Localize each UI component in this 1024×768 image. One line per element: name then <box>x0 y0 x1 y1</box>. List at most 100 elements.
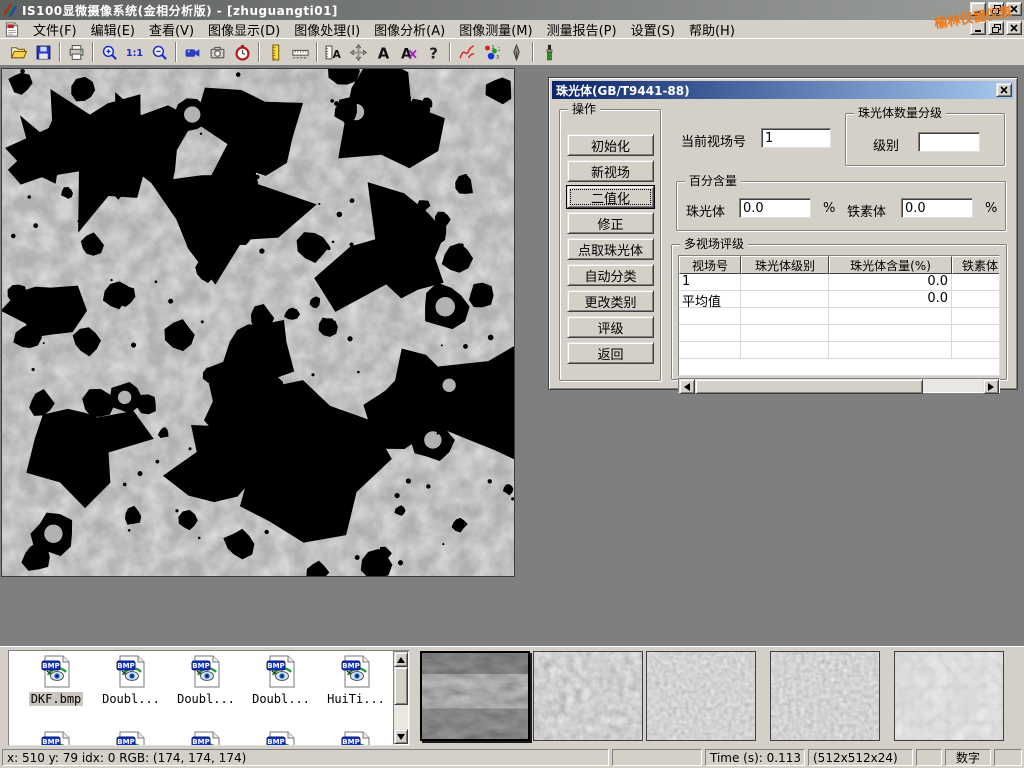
camera-button[interactable] <box>205 40 230 64</box>
file-scroll-up-button[interactable] <box>394 652 408 667</box>
menu-item-2[interactable]: 查看(V) <box>142 19 201 40</box>
print-button[interactable] <box>64 40 89 64</box>
file-item-1[interactable]: BMPDoubl... <box>96 655 166 706</box>
table-scroll-track[interactable] <box>923 379 983 392</box>
menu-item-1[interactable]: 编辑(E) <box>84 19 142 40</box>
menu-item-6[interactable]: 图像测量(M) <box>452 19 539 40</box>
file-scroll-down-button[interactable] <box>394 729 408 744</box>
open-folder-button[interactable] <box>6 40 31 64</box>
rate-button[interactable]: 评级 <box>567 316 654 338</box>
preview-thumbnail-3[interactable] <box>646 651 756 741</box>
preview-thumbnail-5[interactable] <box>894 651 1004 741</box>
ferrite-percent-input[interactable] <box>901 198 973 218</box>
file-list-scrollbar[interactable] <box>393 651 409 745</box>
file-name[interactable]: Doubl... <box>175 692 237 706</box>
child-close-button[interactable] <box>1006 21 1022 35</box>
title-bar: IS100显微摄像系统(金相分析版) - [zhuguangti01] <box>0 0 1024 20</box>
zoom-in-button[interactable] <box>97 40 122 64</box>
return-button[interactable]: 返回 <box>567 342 654 364</box>
minimize-button[interactable] <box>970 2 986 16</box>
text-label-button[interactable]: A <box>371 40 396 64</box>
preview-thumbnail-2[interactable] <box>533 651 643 741</box>
ruler-vertical-button[interactable] <box>263 40 288 64</box>
file-item-row2-4[interactable]: BMP <box>321 731 391 746</box>
file-item-2[interactable]: BMPDoubl... <box>171 655 241 706</box>
measure-text-button[interactable]: A <box>321 40 346 64</box>
restore-button[interactable] <box>988 2 1004 16</box>
zoom-out-button[interactable] <box>147 40 172 64</box>
pick-pearlite-button[interactable]: 点取珠光体 <box>567 238 654 260</box>
move-button[interactable] <box>346 40 371 64</box>
file-item-row2-0[interactable]: BMP <box>21 731 91 746</box>
bmp-file-icon: BMP <box>115 731 147 746</box>
table-cell <box>952 325 1000 342</box>
ruler-horizontal-button[interactable] <box>288 40 313 64</box>
video-camera-button[interactable] <box>180 40 205 64</box>
dialog-close-button[interactable] <box>996 83 1012 97</box>
dialog-title-bar[interactable]: 珠光体(GB/T9441-88) <box>552 81 1014 99</box>
micrograph-image[interactable] <box>1 68 515 577</box>
delete-label-icon: A <box>400 44 417 61</box>
change-class-button[interactable]: 更改类别 <box>567 290 654 312</box>
table-row-0[interactable]: 10.0 <box>679 274 999 291</box>
file-list[interactable]: BMPDKF.bmpBMPBMPDoubl...BMPBMPDoubl...BM… <box>8 650 410 746</box>
file-item-row2-1[interactable]: BMP <box>96 731 166 746</box>
child-minimize-button[interactable] <box>970 21 986 35</box>
file-scroll-thumb[interactable] <box>394 667 408 705</box>
file-item-row2-3[interactable]: BMP <box>246 731 316 746</box>
table-scroll-thumb[interactable] <box>695 379 923 394</box>
table-horizontal-scrollbar[interactable] <box>678 378 1000 393</box>
grade-input[interactable] <box>918 132 980 152</box>
child-restore-button[interactable] <box>988 21 1004 35</box>
pearlite-percent-input[interactable] <box>739 198 811 218</box>
file-item-4[interactable]: BMPHuiTi... <box>321 655 391 706</box>
count-points-button[interactable]: 123 <box>479 40 504 64</box>
menu-item-3[interactable]: 图像显示(D) <box>201 19 287 40</box>
menu-item-8[interactable]: 设置(S) <box>624 19 682 40</box>
file-scroll-track[interactable] <box>394 705 408 729</box>
initialize-button[interactable]: 初始化 <box>567 134 654 156</box>
file-name[interactable]: Doubl... <box>100 692 162 706</box>
table-row-4[interactable] <box>679 342 999 359</box>
menu-item-9[interactable]: 帮助(H) <box>682 19 742 40</box>
modify-button[interactable]: 修正 <box>567 212 654 234</box>
brush-tool-button[interactable] <box>537 40 562 64</box>
timer-button[interactable] <box>230 40 255 64</box>
current-field-input[interactable] <box>761 128 831 148</box>
table-scroll-left-button[interactable] <box>679 379 695 394</box>
table-header-2[interactable]: 珠光体含量(%) <box>829 256 952 274</box>
file-item-3[interactable]: BMPDoubl... <box>246 655 316 706</box>
file-item-0[interactable]: BMPDKF.bmp <box>21 655 91 706</box>
new-field-button[interactable]: 新视场 <box>567 160 654 182</box>
file-name[interactable]: HuiTi... <box>325 692 387 706</box>
preview-thumbnail-1[interactable] <box>420 651 530 741</box>
current-field-label: 当前视场号 <box>681 131 746 150</box>
table-row-1[interactable]: 平均值0.0 <box>679 291 999 308</box>
table-row-3[interactable] <box>679 325 999 342</box>
file-item-row2-2[interactable]: BMP <box>171 731 241 746</box>
delete-label-button[interactable]: A <box>396 40 421 64</box>
table-header-3[interactable]: 铁素体 <box>952 256 1000 274</box>
pen-tool-button[interactable] <box>504 40 529 64</box>
binarize-button[interactable]: 二值化 <box>567 186 654 208</box>
file-name[interactable]: Doubl... <box>250 692 312 706</box>
rating-table[interactable]: 视场号珠光体级别珠光体含量(%)铁素体10.0平均值0.0 <box>678 255 1000 376</box>
save-button[interactable] <box>31 40 56 64</box>
curve-tool-button[interactable] <box>454 40 479 64</box>
menu-item-4[interactable]: 图像处理(I) <box>287 19 367 40</box>
scroll-up-icon <box>397 657 405 663</box>
auto-classify-button[interactable]: 自动分类 <box>567 264 654 286</box>
menu-item-0[interactable]: 文件(F) <box>26 19 84 40</box>
table-row-2[interactable] <box>679 308 999 325</box>
help-button[interactable]: ? <box>421 40 446 64</box>
menu-item-5[interactable]: 图像分析(A) <box>367 19 452 40</box>
preview-thumbnail-4[interactable] <box>770 651 880 741</box>
application-window: IS100显微摄像系统(金相分析版) - [zhuguangti01] 榆林仪器… <box>0 0 1024 768</box>
table-scroll-right-button[interactable] <box>983 379 999 394</box>
menu-item-7[interactable]: 测量报告(P) <box>540 19 624 40</box>
file-name[interactable]: DKF.bmp <box>29 692 84 706</box>
actual-size-button[interactable]: 1:1 <box>122 40 147 64</box>
table-header-1[interactable]: 珠光体级别 <box>741 256 829 274</box>
table-header-0[interactable]: 视场号 <box>679 256 741 274</box>
close-button[interactable] <box>1006 2 1022 16</box>
